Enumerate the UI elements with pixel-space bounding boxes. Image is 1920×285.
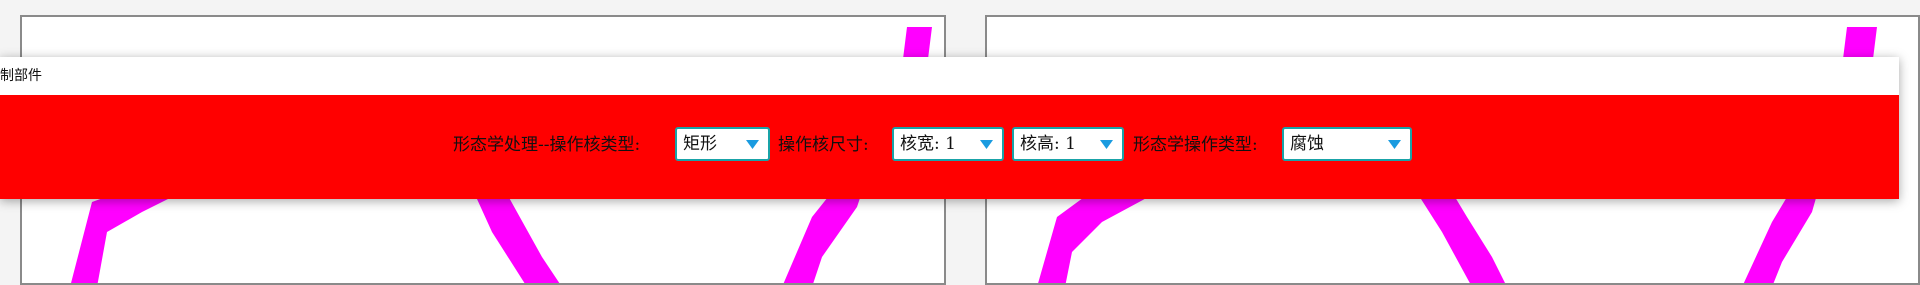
kernel-type-value: 矩形	[683, 134, 717, 154]
kernel-height-value: 核高: 1	[1020, 134, 1076, 154]
kernel-size-label: 操作核尺寸:	[778, 135, 869, 155]
chevron-down-icon	[980, 140, 993, 149]
op-type-select[interactable]: 腐蚀	[1282, 127, 1412, 161]
chevron-down-icon	[1100, 140, 1113, 149]
kernel-width-select[interactable]: 核宽: 1	[892, 127, 1004, 161]
kernel-width-value: 核宽: 1	[900, 134, 956, 154]
control-widget: 制部件 形态学处理--操作核类型: 矩形 操作核尺寸: 核宽: 1 核高: 1 …	[0, 57, 1899, 199]
morphology-toolbar: 形态学处理--操作核类型: 矩形 操作核尺寸: 核宽: 1 核高: 1 形态学操…	[0, 95, 1899, 199]
op-type-value: 腐蚀	[1290, 134, 1324, 154]
kernel-type-label: 形态学处理--操作核类型:	[453, 135, 641, 155]
chevron-down-icon	[1388, 140, 1401, 149]
op-type-label: 形态学操作类型:	[1133, 135, 1258, 155]
kernel-type-select[interactable]: 矩形	[675, 127, 770, 161]
widget-title: 制部件	[0, 68, 42, 84]
chevron-down-icon	[746, 140, 759, 149]
kernel-height-select[interactable]: 核高: 1	[1012, 127, 1124, 161]
